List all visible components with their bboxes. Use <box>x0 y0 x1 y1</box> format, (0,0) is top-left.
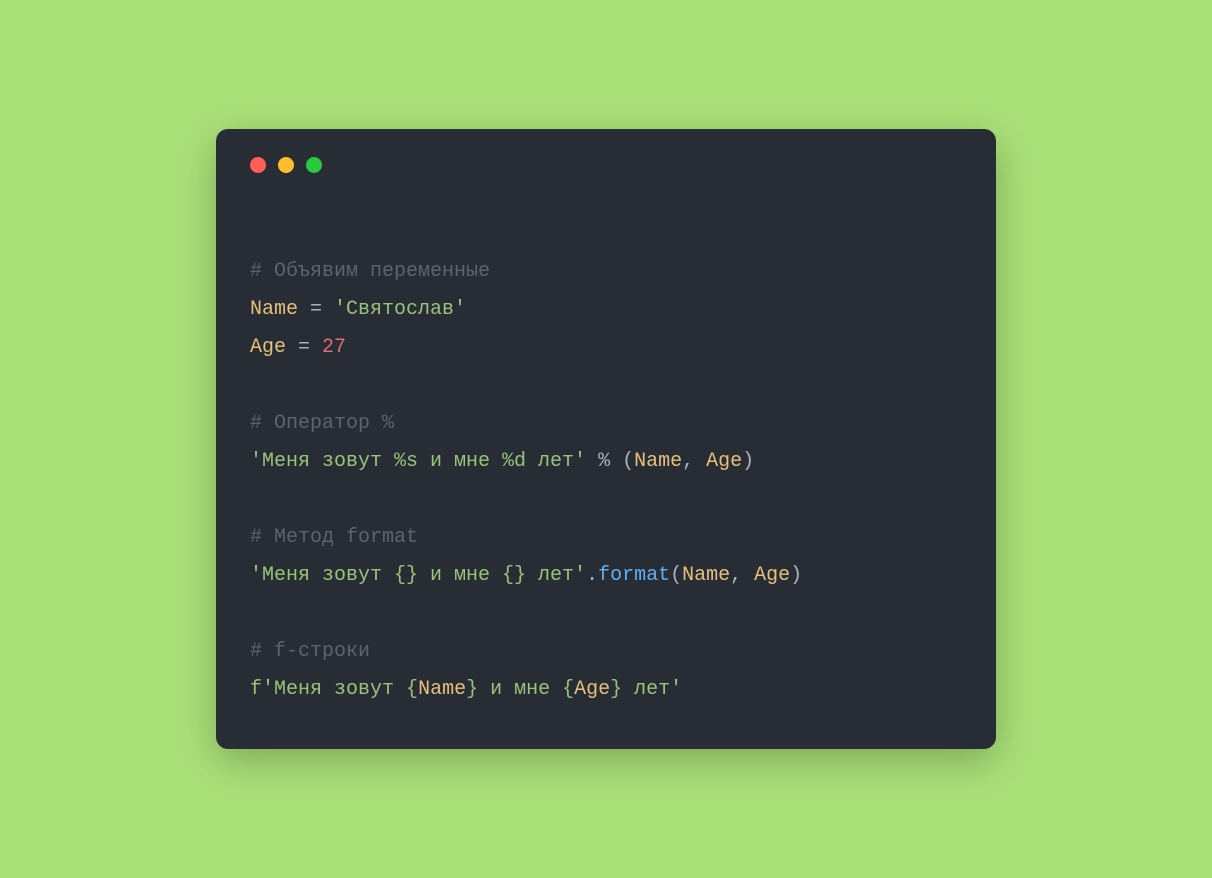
code-identifier: Age <box>706 450 742 473</box>
code-operator: = <box>286 336 322 359</box>
code-punct: , <box>730 564 754 587</box>
code-string: 'Меня зовут <box>262 678 406 701</box>
code-brace: { <box>406 678 418 701</box>
code-punct: , <box>682 450 706 473</box>
code-identifier: Name <box>250 298 298 321</box>
code-identifier: Name <box>682 564 730 587</box>
code-identifier: Age <box>754 564 790 587</box>
code-string: 'Меня зовут %s и мне %d лет' <box>250 450 586 473</box>
code-string: 'Меня зовут {} и мне {} лет' <box>250 564 586 587</box>
code-function: format <box>598 564 670 587</box>
code-punct: . <box>586 564 598 587</box>
code-string: лет' <box>622 678 682 701</box>
code-brace: { <box>562 678 574 701</box>
code-punct: ) <box>742 450 754 473</box>
code-identifier: Name <box>634 450 682 473</box>
code-number: 27 <box>322 336 346 359</box>
code-comment: # Объявим переменные <box>250 260 490 283</box>
code-block: # Объявим переменные Name = 'Святослав' … <box>250 215 962 709</box>
close-icon[interactable] <box>250 157 266 173</box>
traffic-lights <box>250 157 962 173</box>
code-identifier: Age <box>250 336 286 359</box>
code-operator: % ( <box>586 450 634 473</box>
code-punct: ( <box>670 564 682 587</box>
code-string: и мне <box>478 678 562 701</box>
code-brace: } <box>610 678 622 701</box>
code-punct: ) <box>790 564 802 587</box>
code-comment: # Оператор % <box>250 412 394 435</box>
code-fprefix: f <box>250 678 262 701</box>
minimize-icon[interactable] <box>278 157 294 173</box>
code-comment: # Метод format <box>250 526 418 549</box>
code-window: # Объявим переменные Name = 'Святослав' … <box>216 129 996 749</box>
code-identifier: Name <box>418 678 466 701</box>
code-brace: } <box>466 678 478 701</box>
code-operator: = <box>298 298 334 321</box>
code-comment: # f-строки <box>250 640 370 663</box>
zoom-icon[interactable] <box>306 157 322 173</box>
code-identifier: Age <box>574 678 610 701</box>
code-string: 'Святослав' <box>334 298 466 321</box>
